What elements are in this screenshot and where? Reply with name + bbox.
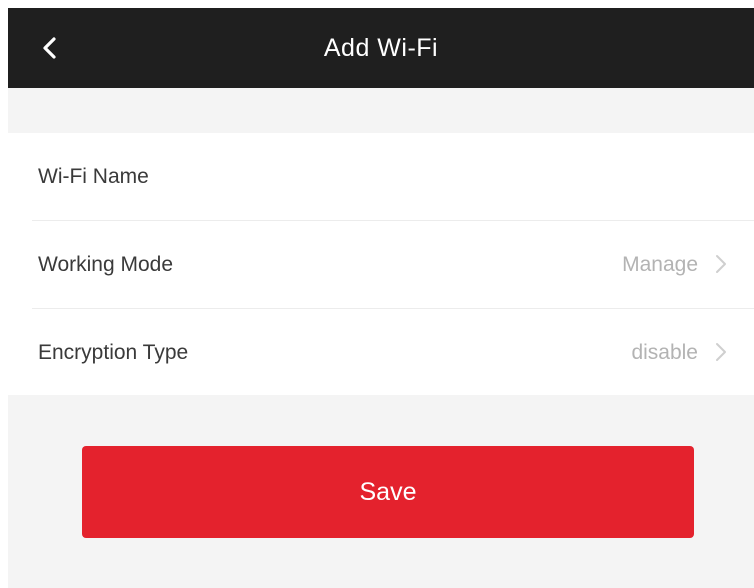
working-mode-value: Manage — [622, 253, 698, 276]
wifi-settings-list: Wi-Fi Name Working Mode Manage Encryptio… — [8, 133, 754, 395]
chevron-left-icon — [43, 37, 56, 59]
chevron-right-icon — [714, 341, 728, 363]
working-mode-label: Working Mode — [38, 253, 174, 276]
page-title: Add Wi-Fi — [323, 34, 439, 62]
encryption-type-label: Encryption Type — [38, 341, 189, 364]
top-bar: Add Wi-Fi — [8, 8, 754, 88]
encryption-type-row[interactable]: Encryption Type disable — [8, 309, 754, 396]
wifi-name-label: Wi-Fi Name — [38, 165, 149, 188]
add-wifi-screen: Add Wi-Fi Wi-Fi Name Working Mode Manage… — [8, 8, 754, 588]
chevron-right-icon — [714, 253, 728, 275]
wifi-name-field[interactable]: Wi-Fi Name — [8, 133, 754, 220]
save-button[interactable]: Save — [82, 446, 694, 538]
back-button[interactable] — [30, 28, 70, 68]
working-mode-row[interactable]: Working Mode Manage — [8, 221, 754, 308]
encryption-type-value: disable — [631, 341, 698, 364]
